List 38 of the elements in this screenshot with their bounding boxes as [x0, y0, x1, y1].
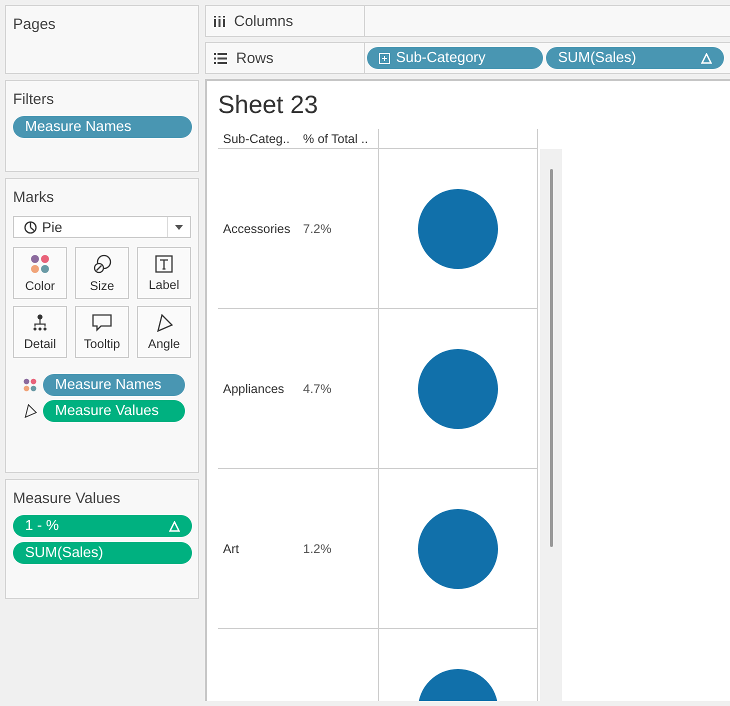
circles-icon [92, 254, 112, 274]
rows-icon [214, 52, 227, 64]
percent-value: 1.2% [303, 542, 332, 556]
column-header: % of Total .. [303, 132, 368, 146]
pie-chart-icon [24, 220, 37, 234]
wedge-icon [155, 314, 173, 332]
column-header: Sub-Categ.. [223, 132, 290, 146]
color-button[interactable]: Color [13, 247, 67, 299]
text-box-icon [155, 254, 173, 272]
delta-icon [701, 52, 712, 64]
sheet-title: Sheet 23 [218, 91, 318, 120]
caret-icon [175, 224, 183, 230]
row-label: Accessories [223, 222, 290, 236]
panel-title: Marks [13, 189, 54, 206]
delta-icon [169, 520, 180, 532]
row-label: Art [223, 542, 239, 556]
size-button[interactable]: Size [75, 247, 129, 299]
panel-title: Pages [13, 16, 56, 33]
shelf-label: Columns [234, 12, 294, 30]
speech-bubble-icon [92, 314, 112, 332]
plus-box-icon[interactable] [379, 52, 390, 64]
color-dots-icon [23, 378, 37, 392]
detail-button[interactable]: Detail [13, 306, 67, 358]
percent-value: 4.7% [303, 382, 332, 396]
wedge-icon [23, 404, 37, 418]
label-button[interactable]: Label [137, 247, 191, 299]
color-dots-icon [30, 254, 50, 274]
panel-title: Measure Values [13, 490, 120, 507]
panel-title: Filters [13, 91, 54, 108]
columns-icon [214, 16, 225, 26]
hierarchy-icon [31, 314, 49, 332]
scrollbar[interactable] [540, 149, 562, 701]
shelf-label: Rows [236, 50, 274, 66]
row-label: Appliances [223, 382, 284, 396]
percent-value: 7.2% [303, 222, 332, 236]
mark-type-dropdown[interactable]: Pie [13, 216, 191, 238]
angle-button[interactable]: Angle [137, 306, 191, 358]
tooltip-button[interactable]: Tooltip [75, 306, 129, 358]
